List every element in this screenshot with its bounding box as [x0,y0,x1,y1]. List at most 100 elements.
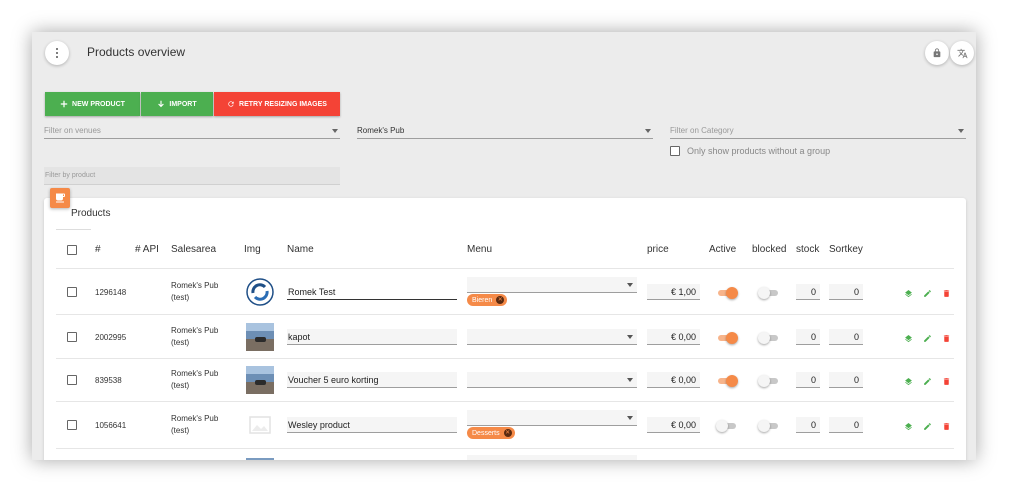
menu-select[interactable] [467,329,637,345]
blocked-toggle[interactable] [758,420,780,432]
menu-select[interactable] [467,410,637,426]
delete-button[interactable] [941,288,951,298]
kebab-menu-icon [56,48,58,58]
header-id[interactable]: # [95,244,101,255]
edit-button[interactable] [922,333,932,343]
venue-filter-select[interactable]: Filter on venues [44,123,340,139]
row-salesarea: Romek's Pub (test) [171,413,218,437]
edit-button[interactable] [922,421,932,431]
header-active[interactable]: Active [709,244,736,255]
pencil-icon [923,289,931,297]
price-input[interactable]: € 0,00 [647,372,700,388]
product-logo-image [246,278,274,306]
delete-button[interactable] [941,421,951,431]
sortkey-input[interactable]: 0 [829,284,863,300]
translate-icon [956,48,968,58]
header-sortkey[interactable]: Sortkey [829,244,863,255]
delete-button[interactable] [941,333,951,343]
active-toggle[interactable] [716,375,738,387]
name-input[interactable]: Romek Test [287,284,457,300]
header-divider [56,268,954,269]
card-header-badge [50,188,70,208]
stock-input[interactable]: 0 [796,372,820,388]
layers-button[interactable] [903,421,913,431]
stock-input[interactable]: 0 [796,417,820,433]
layers-icon [904,422,912,430]
delete-button[interactable] [941,376,951,386]
lock-button[interactable] [925,41,949,65]
only-without-group-checkbox[interactable] [670,146,680,156]
chevron-down-icon [627,378,633,382]
stock-input[interactable]: 0 [796,284,820,300]
row-checkbox[interactable] [67,375,77,385]
salesarea-sub: (test) [171,293,190,302]
stock-input[interactable]: 0 [796,329,820,345]
layers-button[interactable] [903,333,913,343]
row-divider [56,401,954,402]
chevron-down-icon [627,335,633,339]
price-input[interactable]: € 1,00 [647,284,700,300]
layers-icon [904,289,912,297]
name-input[interactable]: Wesley product [287,417,457,433]
header-price[interactable]: price [647,244,669,255]
translate-button[interactable] [950,41,974,65]
retry-label: RETRY RESIZING IMAGES [239,100,327,108]
header-blocked[interactable]: blocked [752,244,786,255]
row-checkbox[interactable] [67,287,77,297]
layers-button[interactable] [903,376,913,386]
download-icon [158,100,165,108]
active-toggle[interactable] [716,332,738,344]
menu-select[interactable] [467,372,637,388]
blocked-toggle[interactable] [758,375,780,387]
row-id: 839538 [95,376,122,385]
select-all-checkbox[interactable] [67,245,77,255]
category-filter-select[interactable]: Filter on Category [670,123,966,139]
menu-select[interactable] [467,277,637,293]
trash-icon [943,422,949,430]
chevron-down-icon [627,283,633,287]
row-id: 1296148 [95,288,127,297]
menu-chip-label: Desserts [472,429,500,437]
import-button[interactable]: IMPORT [141,92,213,116]
venue-select-value: Romek's Pub [357,126,405,135]
header-api[interactable]: # API [135,244,159,255]
product-photo-image [246,366,274,394]
edit-button[interactable] [922,288,932,298]
sortkey-input[interactable]: 0 [829,372,863,388]
name-input[interactable]: Voucher 5 euro korting [287,372,457,388]
menu-chip[interactable]: Bieren ✕ [467,294,508,306]
header-name[interactable]: Name [287,244,314,255]
name-input[interactable]: kapot [287,329,457,345]
active-toggle[interactable] [716,420,738,432]
header-salesarea[interactable]: Salesarea [171,244,216,255]
close-icon[interactable]: ✕ [496,296,505,304]
header-menu[interactable]: Menu [467,244,492,255]
close-icon[interactable]: ✕ [503,429,512,437]
row-salesarea: Romek's Pub (test) [171,280,218,304]
kebab-menu-button[interactable] [45,41,69,65]
new-product-button[interactable]: NEW PRODUCT [45,92,140,116]
retry-resizing-images-button[interactable]: RETRY RESIZING IMAGES [214,92,340,116]
venue-select[interactable]: Romek's Pub [357,123,653,139]
product-filter-placeholder: Filter by product [45,172,96,179]
active-toggle[interactable] [716,287,738,299]
menu-chip[interactable]: Desserts ✕ [467,427,515,439]
blocked-toggle[interactable] [758,332,780,344]
price-input[interactable]: € 0,00 [647,417,700,433]
price-input[interactable]: € 0,00 [647,329,700,345]
sortkey-input[interactable]: 0 [829,417,863,433]
row-checkbox[interactable] [67,420,77,430]
top-bar: Products overview [32,32,976,72]
card-title: Products [71,208,111,219]
menu-select[interactable] [467,455,637,460]
row-checkbox[interactable] [67,332,77,342]
header-stock[interactable]: stock [796,244,819,255]
sortkey-input[interactable]: 0 [829,329,863,345]
plus-icon [60,100,68,108]
edit-button[interactable] [922,376,932,386]
blocked-toggle[interactable] [758,287,780,299]
layers-button[interactable] [903,288,913,298]
product-photo-image [246,323,274,351]
row-id: 2002995 [95,333,127,342]
product-filter-input[interactable]: Filter by product [44,167,340,185]
